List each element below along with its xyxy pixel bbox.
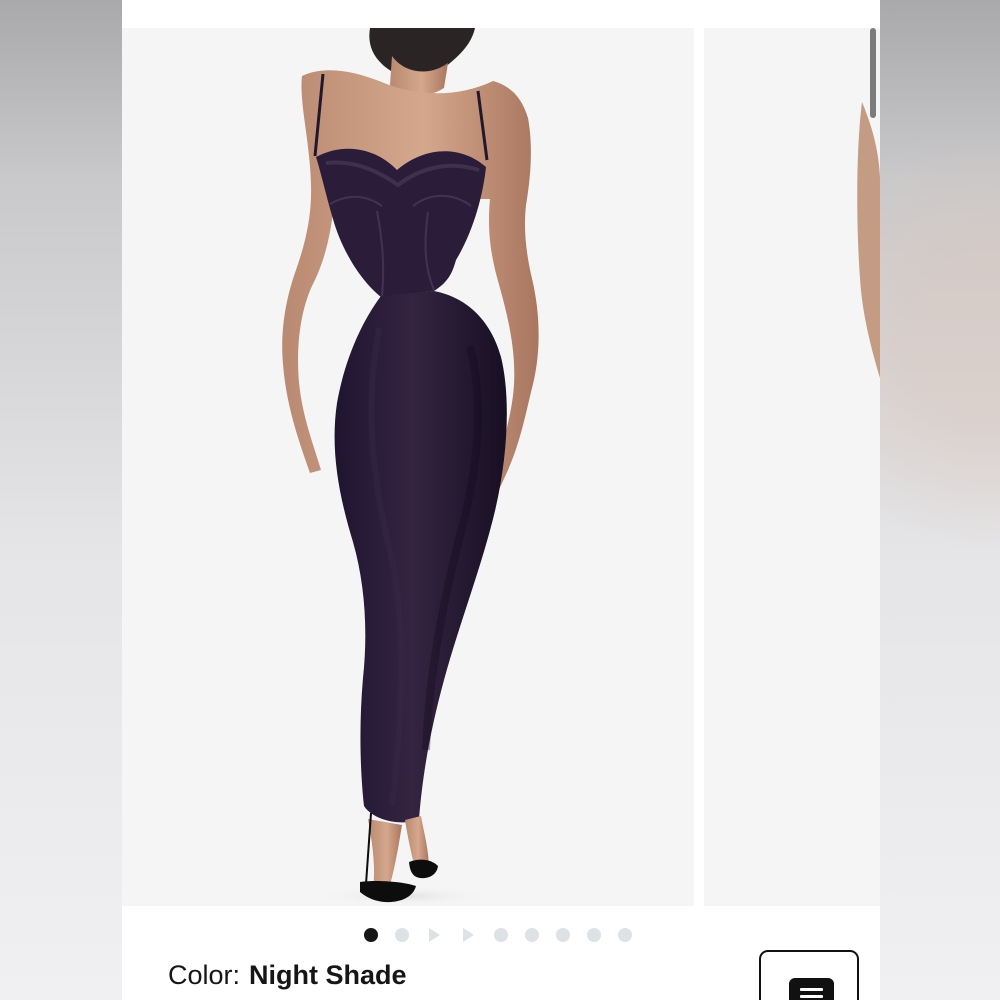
color-selection: Color: Night Shade: [168, 960, 407, 991]
menu-button[interactable]: [759, 950, 859, 1000]
pager-dot-1[interactable]: [364, 928, 378, 942]
menu-icon: [789, 978, 834, 1000]
pager-dot-2[interactable]: [395, 928, 409, 942]
pager-dot-6[interactable]: [525, 928, 539, 942]
gallery-scroll-indicator: [870, 28, 876, 118]
color-label: Color:: [168, 960, 241, 990]
next-product-image-preview: [857, 102, 880, 378]
top-bar: [122, 0, 880, 28]
product-page: Color: Night Shade: [122, 0, 880, 1000]
product-image-slide-1[interactable]: [122, 28, 694, 906]
image-pager[interactable]: [364, 928, 649, 942]
pager-dot-7[interactable]: [556, 928, 570, 942]
product-image-slide-2-peek[interactable]: [704, 28, 880, 906]
background-right: [880, 0, 1000, 1000]
selected-color: Night Shade: [249, 960, 407, 990]
pager-dot-5[interactable]: [494, 928, 508, 942]
video-play-icon[interactable]: [429, 928, 440, 942]
product-image-gallery[interactable]: [122, 28, 880, 906]
screenshot-frame: Color: Night Shade: [0, 0, 1000, 1000]
dress-product-image: [282, 28, 539, 906]
background-left: [0, 0, 122, 1000]
pager-dot-8[interactable]: [587, 928, 601, 942]
pager-dot-9[interactable]: [618, 928, 632, 942]
video-play-icon[interactable]: [463, 928, 474, 942]
